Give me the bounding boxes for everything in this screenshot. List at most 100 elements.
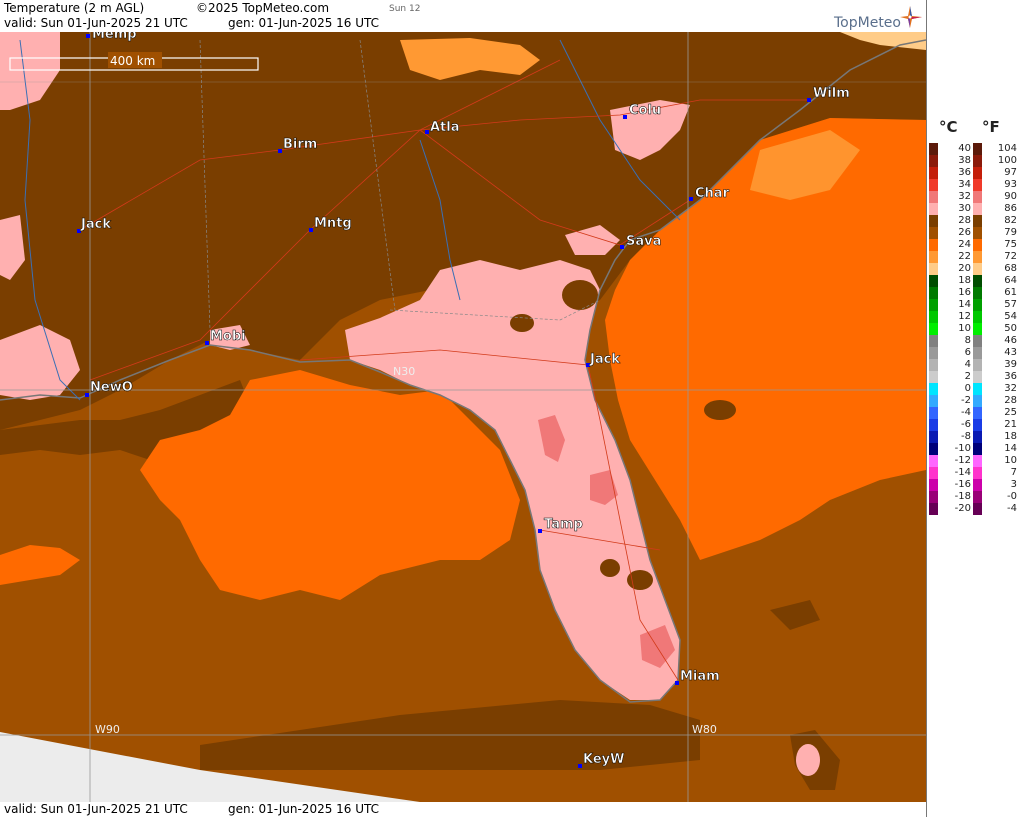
legend-swatch-celsius — [929, 455, 938, 467]
legend-value-celsius: 32 — [958, 191, 971, 202]
legend-swatch-fahrenheit — [973, 383, 982, 395]
legend-value-fahrenheit: 14 — [1004, 443, 1017, 454]
legend-value-celsius: -18 — [954, 491, 971, 502]
legend-value-celsius: -20 — [954, 503, 971, 514]
legend-row: -4 25 — [927, 407, 1017, 419]
legend-row: 0 32 — [927, 383, 1017, 395]
legend-swatch-fahrenheit — [973, 347, 982, 359]
legend-value-celsius: -8 — [961, 431, 971, 442]
map-footer: valid: Sun 01-Jun-2025 21 UTC gen: 01-Ju… — [0, 802, 926, 817]
legend-row: 32 90 — [927, 191, 1017, 203]
legend-swatch-celsius — [929, 347, 938, 359]
legend-swatch-fahrenheit — [973, 191, 982, 203]
legend-value-fahrenheit: 39 — [1004, 359, 1017, 370]
legend-value-fahrenheit: 54 — [1004, 311, 1017, 322]
legend-swatch-fahrenheit — [973, 299, 982, 311]
legend-swatch-celsius — [929, 323, 938, 335]
city-label: Memp — [92, 32, 137, 42]
legend-swatch-celsius — [929, 479, 938, 491]
legend-swatch-fahrenheit — [973, 359, 982, 371]
legend-row: 30 86 — [927, 203, 1017, 215]
legend-swatch-fahrenheit — [973, 275, 982, 287]
legend-row: 38 100 — [927, 155, 1017, 167]
legend-swatch-celsius — [929, 419, 938, 431]
valid-time: valid: Sun 01-Jun-2025 21 UTC — [4, 16, 188, 30]
temperature-map[interactable]: 400 km N30 W90 W80 Memp Birm Atla Colu W… — [0, 32, 926, 802]
map-title: Temperature (2 m AGL) — [4, 1, 145, 15]
city-label: Sava — [626, 234, 661, 249]
legend-row: 14 57 — [927, 299, 1017, 311]
legend-value-fahrenheit: 93 — [1004, 179, 1017, 190]
legend-swatch-celsius — [929, 275, 938, 287]
legend-swatch-fahrenheit — [973, 419, 982, 431]
legend-swatch-celsius — [929, 467, 938, 479]
legend-swatch-celsius — [929, 143, 938, 155]
legend-value-celsius: 12 — [958, 311, 971, 322]
day-code: Sun 12 — [389, 4, 421, 14]
legend-row: 16 61 — [927, 287, 1017, 299]
scale-bar-label: 400 km — [110, 54, 155, 68]
legend-value-fahrenheit: 3 — [1010, 479, 1017, 490]
legend-row: -6 21 — [927, 419, 1017, 431]
legend-row: 12 54 — [927, 311, 1017, 323]
city-label: Jack — [80, 217, 111, 232]
legend-value-fahrenheit: 28 — [1004, 395, 1017, 406]
legend-value-fahrenheit: 82 — [1004, 215, 1017, 226]
legend-row: 6 43 — [927, 347, 1017, 359]
legend-value-celsius: 26 — [958, 227, 971, 238]
legend-row: -20 -4 — [927, 503, 1017, 515]
legend-value-fahrenheit: 57 — [1004, 299, 1017, 310]
legend-swatch-celsius — [929, 215, 938, 227]
legend-swatch-fahrenheit — [973, 431, 982, 443]
legend-swatch-fahrenheit — [973, 203, 982, 215]
legend-swatch-fahrenheit — [973, 167, 982, 179]
legend-row: 40 104 — [927, 143, 1017, 155]
legend-swatch-celsius — [929, 239, 938, 251]
legend-swatch-fahrenheit — [973, 287, 982, 299]
legend-swatch-fahrenheit — [973, 155, 982, 167]
legend-swatch-fahrenheit — [973, 335, 982, 347]
legend-value-fahrenheit: 10 — [1004, 455, 1017, 466]
legend-swatch-fahrenheit — [973, 479, 982, 491]
legend-value-celsius: 8 — [964, 335, 971, 346]
legend-swatch-fahrenheit — [973, 407, 982, 419]
legend-row: 36 97 — [927, 167, 1017, 179]
legend-row: -12 10 — [927, 455, 1017, 467]
legend-swatch-fahrenheit — [973, 467, 982, 479]
legend-swatch-fahrenheit — [973, 251, 982, 263]
legend-row: -16 3 — [927, 479, 1017, 491]
grid-label-w90: W90 — [95, 723, 120, 736]
legend-row: 10 50 — [927, 323, 1017, 335]
legend-swatch-fahrenheit — [973, 455, 982, 467]
legend-value-fahrenheit: 104 — [997, 143, 1017, 154]
legend-value-celsius: 28 — [958, 215, 971, 226]
legend-swatch-celsius — [929, 383, 938, 395]
legend-value-fahrenheit: 86 — [1004, 203, 1017, 214]
legend-value-fahrenheit: 7 — [1010, 467, 1017, 478]
legend-value-celsius: -6 — [961, 419, 971, 430]
legend-row: 8 46 — [927, 335, 1017, 347]
legend-row: 4 39 — [927, 359, 1017, 371]
map-header: Temperature (2 m AGL) ©2025 TopMeteo.com… — [0, 0, 926, 33]
legend-swatch-celsius — [929, 407, 938, 419]
legend-value-fahrenheit: 100 — [997, 155, 1017, 166]
legend-swatch-celsius — [929, 311, 938, 323]
legend-row: -18 -0 — [927, 491, 1017, 503]
legend-value-celsius: 4 — [964, 359, 971, 370]
legend-swatch-celsius — [929, 167, 938, 179]
legend-swatch-fahrenheit — [973, 395, 982, 407]
legend-swatch-celsius — [929, 227, 938, 239]
legend-value-fahrenheit: 61 — [1004, 287, 1017, 298]
legend-value-celsius: 14 — [958, 299, 971, 310]
legend-swatch-celsius — [929, 203, 938, 215]
legend-swatch-celsius — [929, 371, 938, 383]
generation-time: gen: 01-Jun-2025 16 UTC — [228, 16, 380, 30]
city-label: KeyW — [583, 752, 624, 767]
legend-value-fahrenheit: 90 — [1004, 191, 1017, 202]
legend-value-celsius: -4 — [961, 407, 971, 418]
legend-value-fahrenheit: 36 — [1004, 371, 1017, 382]
legend-swatch-fahrenheit — [973, 215, 982, 227]
legend-unit-celsius: °C — [939, 118, 958, 136]
legend-row: 22 72 — [927, 251, 1017, 263]
legend-value-fahrenheit: 18 — [1004, 431, 1017, 442]
